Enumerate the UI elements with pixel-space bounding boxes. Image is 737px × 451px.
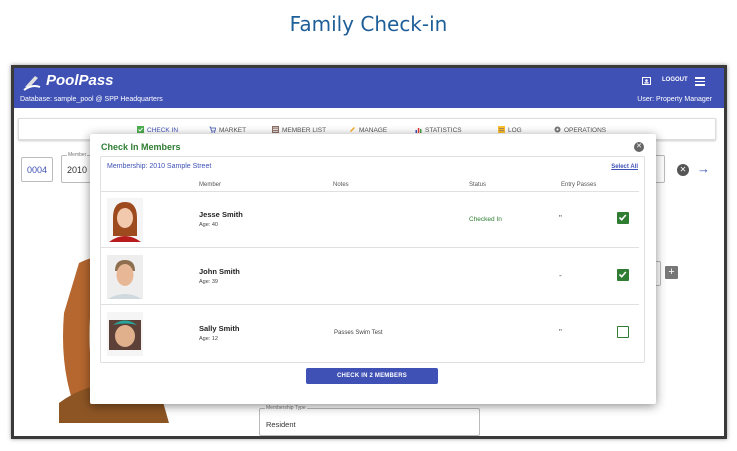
member-notes: Passes Swim Test	[334, 330, 383, 336]
column-header-entry-passes: Entry Passes	[561, 182, 597, 188]
hamburger-menu-icon[interactable]	[695, 77, 705, 86]
member-age: Age: 40	[199, 222, 218, 228]
add-icon[interactable]: +	[665, 266, 678, 279]
column-header-status: Status	[469, 182, 487, 188]
cart-icon	[209, 126, 216, 133]
member-name: Jesse Smith	[199, 210, 243, 219]
check-icon	[618, 271, 627, 278]
tab-operations[interactable]: OPERATIONS	[554, 126, 606, 134]
tab-label: CHECK IN	[147, 127, 179, 134]
member-photo	[107, 255, 143, 299]
page-title: Family Check-in	[289, 12, 448, 36]
members-card: Membership: 2010 Sample Street Select Al…	[100, 156, 645, 363]
member-name: Sally Smith	[199, 324, 240, 333]
member-row: Jesse Smith Age: 40 Checked In "	[101, 192, 639, 248]
code-field[interactable]: 0004	[21, 157, 53, 182]
member-entry-passes: "	[559, 328, 562, 337]
tab-label: MARKET	[219, 127, 247, 134]
member-checkbox[interactable]	[617, 269, 629, 281]
member-age: Age: 39	[199, 279, 218, 285]
membership-label: Membership: 2010 Sample Street	[107, 163, 212, 170]
gear-icon	[554, 126, 561, 133]
tab-label: MANAGE	[359, 127, 388, 134]
member-entry-passes: "	[559, 214, 562, 223]
user-label: User: Property Manager	[637, 96, 712, 103]
tab-label: LOG	[508, 127, 522, 134]
column-header-member: Member	[199, 182, 222, 188]
id-card-icon[interactable]	[642, 77, 651, 85]
row-divider	[101, 304, 639, 305]
member-row: John Smith Age: 39 -	[101, 249, 639, 305]
select-all-link[interactable]: Select All	[611, 164, 638, 170]
member-status: Checked In	[469, 216, 502, 223]
member-photo	[107, 312, 143, 356]
member-checkbox[interactable]	[617, 212, 629, 224]
poolpass-logo-icon	[23, 76, 41, 91]
log-icon	[498, 126, 505, 133]
membership-type-field[interactable]: Membership Type Resident	[259, 405, 480, 436]
member-row: Sally Smith Age: 12 Passes Swim Test "	[101, 306, 639, 362]
tab-member-list[interactable]: MEMBER LIST	[272, 126, 326, 134]
app-bar: PoolPass Database: sample_pool @ SPP Hea…	[14, 68, 724, 108]
check-in-dialog: Check In Members ✕ Membership: 2010 Samp…	[90, 134, 656, 404]
tab-check-in[interactable]: CHECK IN	[137, 126, 178, 134]
close-icon[interactable]: ✕	[634, 142, 644, 152]
tab-label: STATISTICS	[425, 127, 462, 134]
tab-manage[interactable]: MANAGE	[349, 126, 387, 134]
check-box-icon	[137, 126, 144, 133]
check-in-members-button[interactable]: CHECK IN 2 MEMBERS	[306, 368, 438, 384]
tab-market[interactable]: MARKET	[209, 126, 246, 134]
database-label: Database: sample_pool @ SPP Headquarters	[20, 96, 163, 103]
tab-label: OPERATIONS	[564, 127, 607, 134]
member-name: John Smith	[199, 267, 240, 276]
membership-field-label: Member	[67, 152, 88, 158]
dialog-title: Check In Members	[101, 142, 181, 152]
arrow-right-icon[interactable]: →	[697, 161, 710, 176]
membership-field-value: 2010	[67, 165, 88, 175]
check-icon	[618, 214, 627, 221]
tab-label: MEMBER LIST	[282, 127, 327, 134]
row-divider	[101, 247, 639, 248]
app-name: PoolPass	[46, 72, 114, 89]
membership-type-label: Membership Type	[265, 405, 307, 411]
member-entry-passes: -	[559, 271, 562, 280]
member-checkbox[interactable]	[617, 326, 629, 338]
member-age: Age: 12	[199, 336, 218, 342]
app-window: PoolPass Database: sample_pool @ SPP Hea…	[11, 65, 727, 439]
logout-button[interactable]: LOGOUT	[662, 77, 688, 83]
membership-type-value: Resident	[266, 420, 296, 429]
clear-icon[interactable]: ✕	[677, 164, 689, 176]
pencil-icon	[350, 127, 355, 132]
column-header-notes: Notes	[333, 182, 349, 188]
list-icon	[272, 126, 279, 133]
member-photo	[107, 198, 143, 242]
chart-icon	[415, 128, 422, 133]
tab-log[interactable]: LOG	[498, 126, 522, 134]
tab-statistics[interactable]: STATISTICS	[415, 126, 462, 134]
